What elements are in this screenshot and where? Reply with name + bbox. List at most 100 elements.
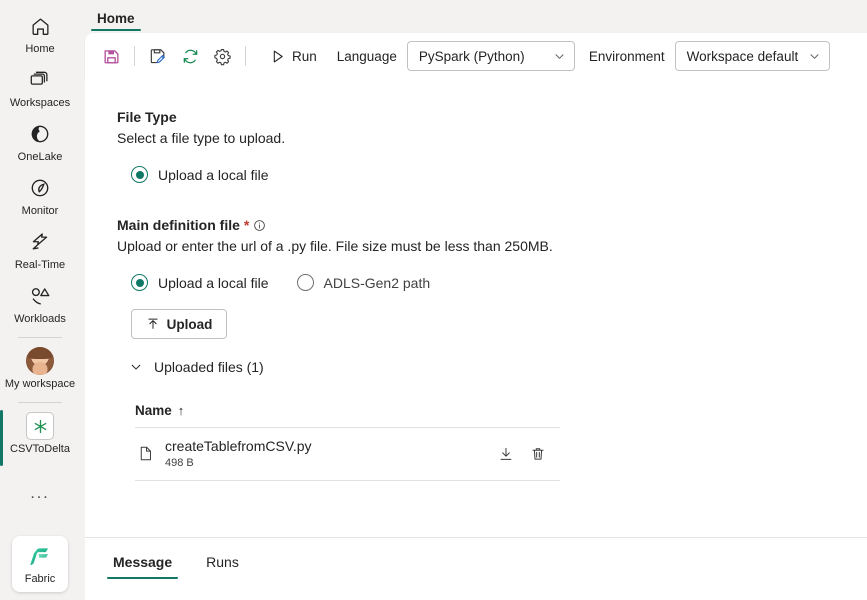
- environment-value: Workspace default: [686, 48, 799, 64]
- main-definition-file-section: Main definition file * Upload or enter t…: [117, 217, 867, 339]
- main-content-panel: File Type Select a file type to upload. …: [85, 79, 867, 537]
- file-row-actions: [498, 446, 560, 462]
- fabric-label: Fabric: [24, 572, 56, 585]
- workloads-icon: [25, 282, 55, 310]
- ribbon-tabstrip: Home: [85, 0, 867, 33]
- info-icon[interactable]: [253, 219, 266, 232]
- language-dropdown[interactable]: PySpark (Python): [406, 41, 575, 71]
- file-name: createTablefromCSV.py: [165, 438, 312, 454]
- upload-icon: [146, 317, 160, 331]
- ribbon-toolbar: Run Language PySpark (Python) Environmen…: [85, 33, 867, 79]
- sidebar-item-workspaces[interactable]: Workspaces: [0, 60, 80, 114]
- real-time-icon: [25, 228, 55, 256]
- required-asterisk: *: [243, 217, 250, 233]
- main-definition-title: Main definition file *: [117, 217, 867, 233]
- monitor-icon: [25, 174, 55, 202]
- bottom-tabs-panel: Message Runs: [85, 537, 867, 600]
- tab-home[interactable]: Home: [91, 11, 141, 33]
- tab-runs[interactable]: Runs: [200, 554, 245, 579]
- radio-upload-local-file[interactable]: Upload a local file: [131, 274, 269, 291]
- uploaded-files-section: Uploaded files (1) Name ↑ createTablefro…: [117, 359, 867, 481]
- toolbar-separator: [245, 46, 246, 66]
- environment-dropdown[interactable]: Workspace default: [674, 41, 831, 71]
- save-as-button[interactable]: [142, 40, 174, 72]
- file-type-title-text: File Type: [117, 109, 177, 125]
- column-header-name[interactable]: Name: [135, 403, 172, 418]
- file-type-title: File Type: [117, 109, 867, 125]
- radio-dot-icon: [131, 166, 148, 183]
- sidebar-item-monitor[interactable]: Monitor: [0, 168, 80, 222]
- workspaces-icon: [25, 66, 55, 94]
- tab-runs-label: Runs: [206, 554, 239, 570]
- more-ellipsis-icon: ...: [25, 480, 55, 508]
- main-definition-title-text: Main definition file: [117, 217, 240, 233]
- run-label: Run: [292, 48, 317, 64]
- onelake-icon: [25, 120, 55, 148]
- sidebar-item-label: OneLake: [17, 151, 63, 163]
- file-size: 498 B: [165, 457, 194, 469]
- toolbar-separator: [134, 46, 135, 66]
- file-type-radio-group: Upload a local file: [131, 166, 867, 183]
- upload-button[interactable]: Upload: [131, 309, 227, 339]
- tab-home-label: Home: [97, 11, 135, 26]
- tab-active-underline: [107, 576, 179, 579]
- radio-dot-icon: [131, 274, 148, 291]
- radio-label: Upload a local file: [158, 274, 269, 291]
- sidebar-item-workloads[interactable]: Workloads: [0, 276, 80, 330]
- sidebar-item-label: Workloads: [14, 313, 66, 325]
- radio-dot-icon: [296, 274, 314, 291]
- main-definition-description: Upload or enter the url of a .py file. F…: [117, 238, 553, 254]
- file-type-description: Select a file type to upload.: [117, 130, 286, 146]
- file-name-cell: createTablefromCSV.py 498 B: [165, 438, 498, 469]
- language-value: PySpark (Python): [418, 48, 525, 64]
- fabric-home-button[interactable]: Fabric: [12, 536, 68, 592]
- chevron-down-icon: [553, 50, 566, 63]
- language-label: Language: [336, 48, 397, 64]
- app-root: Home Workspaces OneLake Monitor Real-Tim…: [0, 0, 867, 600]
- table-header-row: Name ↑: [135, 403, 560, 428]
- chevron-down-icon: [808, 50, 821, 63]
- selected-indicator: [0, 410, 3, 466]
- sidebar-item-label: Home: [25, 43, 55, 55]
- save-button[interactable]: [95, 40, 127, 72]
- run-button[interactable]: Run: [263, 40, 323, 72]
- refresh-button[interactable]: [174, 40, 206, 72]
- rail-divider: [18, 337, 62, 338]
- download-icon[interactable]: [498, 446, 514, 462]
- table-row[interactable]: createTablefromCSV.py 498 B: [135, 428, 560, 481]
- avatar: [25, 347, 55, 375]
- sidebar-item-csvtodelta[interactable]: CSVToDelta: [0, 406, 80, 466]
- left-navigation-rail: Home Workspaces OneLake Monitor Real-Tim…: [0, 0, 80, 600]
- sidebar-item-my-workspace[interactable]: My workspace: [0, 341, 80, 395]
- spark-job-definition-icon: [25, 412, 55, 440]
- uploaded-files-table: Name ↑ createTablefromCSV.py 498 B: [135, 403, 560, 481]
- home-icon: [25, 12, 55, 40]
- radio-label: ADLS-Gen2 path: [323, 274, 431, 291]
- sidebar-item-label: CSVToDelta: [10, 443, 70, 455]
- sidebar-item-real-time[interactable]: Real-Time: [0, 222, 80, 276]
- sidebar-item-label: Real-Time: [14, 259, 66, 271]
- settings-button[interactable]: [206, 40, 238, 72]
- file-type-section: File Type Select a file type to upload. …: [117, 109, 867, 183]
- uploaded-files-toggle[interactable]: Uploaded files (1): [129, 359, 867, 375]
- sidebar-item-onelake[interactable]: OneLake: [0, 114, 80, 168]
- uploaded-files-label: Uploaded files (1): [154, 359, 264, 375]
- sort-ascending-icon: ↑: [177, 403, 185, 418]
- environment-label: Environment: [588, 48, 665, 64]
- tab-active-underline: [91, 28, 141, 31]
- radio-adls-gen2-path[interactable]: ADLS-Gen2 path: [296, 274, 431, 291]
- ellipsis-glyph: ...: [30, 485, 50, 502]
- radio-file-type-upload-local[interactable]: Upload a local file: [131, 166, 269, 183]
- sidebar-item-label: Workspaces: [9, 97, 71, 109]
- file-icon: [135, 445, 165, 462]
- radio-label: Upload a local file: [158, 166, 269, 183]
- tab-message-label: Message: [113, 554, 173, 570]
- rail-divider: [18, 402, 62, 403]
- sidebar-more-button[interactable]: ...: [0, 474, 80, 512]
- sidebar-item-label: My workspace: [4, 378, 76, 390]
- fabric-logo: [25, 543, 55, 571]
- tab-message[interactable]: Message: [107, 554, 179, 579]
- delete-icon[interactable]: [530, 446, 546, 462]
- sidebar-item-label: Monitor: [21, 205, 59, 217]
- sidebar-item-home[interactable]: Home: [0, 6, 80, 60]
